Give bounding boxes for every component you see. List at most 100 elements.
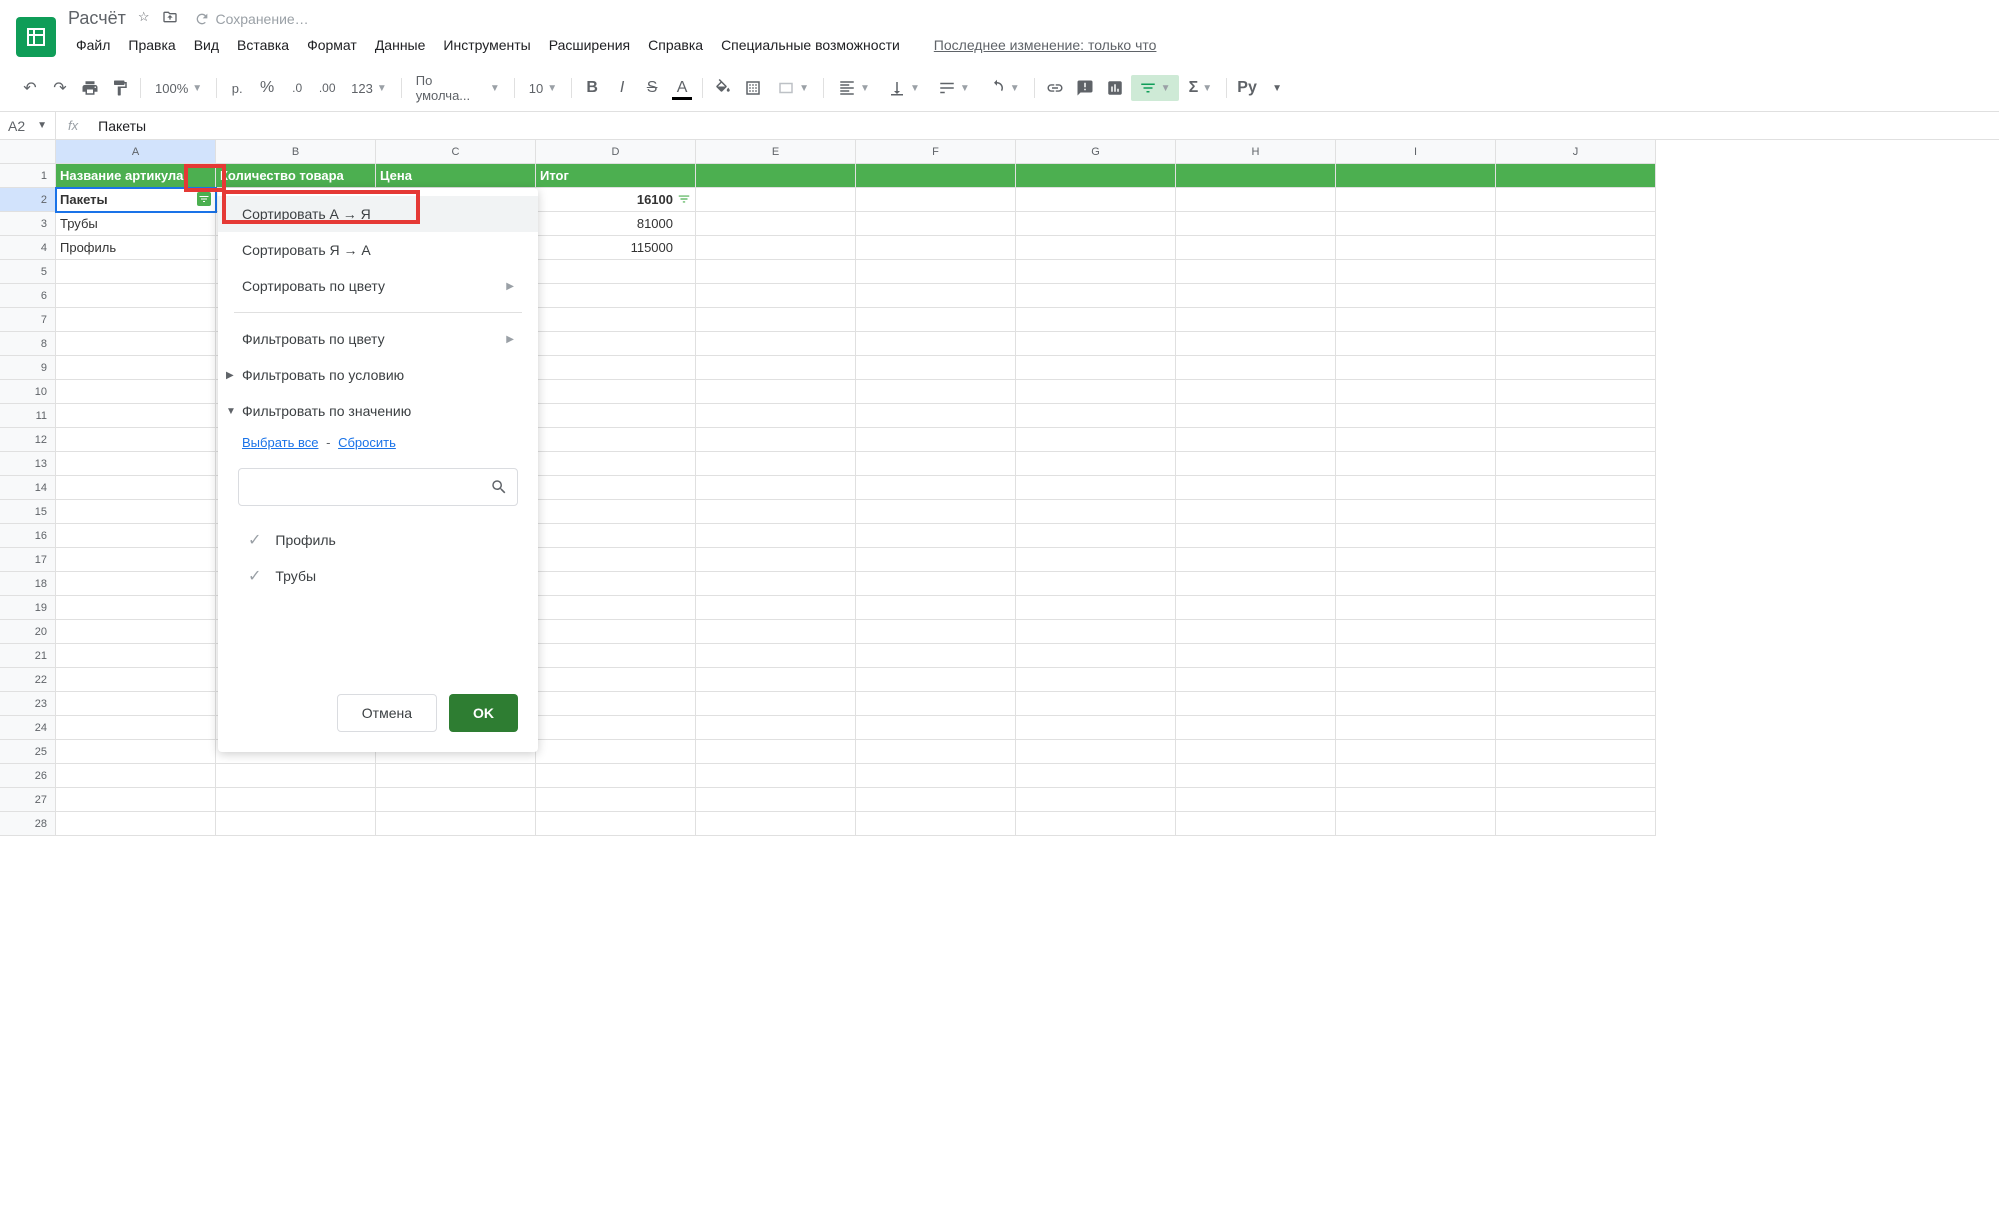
cell-E4[interactable]	[696, 236, 856, 260]
cell-I2[interactable]	[1336, 188, 1496, 212]
row-header-12[interactable]: 12	[0, 428, 56, 452]
cell-A1[interactable]: Название артикула	[56, 164, 216, 188]
cell-G12[interactable]	[1016, 428, 1176, 452]
row-header-26[interactable]: 26	[0, 764, 56, 788]
cell-A5[interactable]	[56, 260, 216, 284]
cell-A11[interactable]	[56, 404, 216, 428]
cell-E13[interactable]	[696, 452, 856, 476]
cell-J12[interactable]	[1496, 428, 1656, 452]
cell-G14[interactable]	[1016, 476, 1176, 500]
cell-H8[interactable]	[1176, 332, 1336, 356]
cell-A24[interactable]	[56, 716, 216, 740]
cell-B27[interactable]	[216, 788, 376, 812]
cell-H13[interactable]	[1176, 452, 1336, 476]
cell-J4[interactable]	[1496, 236, 1656, 260]
col-header-B[interactable]: B	[216, 140, 376, 164]
cell-I26[interactable]	[1336, 764, 1496, 788]
cell-D9[interactable]	[536, 356, 696, 380]
filter-value-item[interactable]: ✓Профиль	[218, 522, 538, 558]
cell-B1[interactable]: Количество товара	[216, 164, 376, 188]
cell-E21[interactable]	[696, 644, 856, 668]
cell-E24[interactable]	[696, 716, 856, 740]
col-header-F[interactable]: F	[856, 140, 1016, 164]
cell-E25[interactable]	[696, 740, 856, 764]
cell-J10[interactable]	[1496, 380, 1656, 404]
row-header-4[interactable]: 4	[0, 236, 56, 260]
percent-button[interactable]: %	[253, 74, 281, 102]
cell-I24[interactable]	[1336, 716, 1496, 740]
cell-H7[interactable]	[1176, 308, 1336, 332]
cell-A19[interactable]	[56, 596, 216, 620]
cell-G22[interactable]	[1016, 668, 1176, 692]
row-header-7[interactable]: 7	[0, 308, 56, 332]
zoom-select[interactable]: 100%▼	[147, 77, 210, 100]
menu-extensions[interactable]: Расширения	[541, 33, 638, 57]
rotate-button[interactable]: ▼	[980, 75, 1028, 101]
cell-F15[interactable]	[856, 500, 1016, 524]
col-header-C[interactable]: C	[376, 140, 536, 164]
cell-J2[interactable]	[1496, 188, 1656, 212]
cell-H6[interactable]	[1176, 284, 1336, 308]
cell-G23[interactable]	[1016, 692, 1176, 716]
menu-format[interactable]: Формат	[299, 33, 365, 57]
cell-J28[interactable]	[1496, 812, 1656, 836]
cell-J18[interactable]	[1496, 572, 1656, 596]
cell-E22[interactable]	[696, 668, 856, 692]
cell-A15[interactable]	[56, 500, 216, 524]
cell-E1[interactable]	[696, 164, 856, 188]
cell-A13[interactable]	[56, 452, 216, 476]
cell-E17[interactable]	[696, 548, 856, 572]
row-header-15[interactable]: 15	[0, 500, 56, 524]
menu-data[interactable]: Данные	[367, 33, 434, 57]
cell-D7[interactable]	[536, 308, 696, 332]
cell-A18[interactable]	[56, 572, 216, 596]
col-header-I[interactable]: I	[1336, 140, 1496, 164]
cell-I12[interactable]	[1336, 428, 1496, 452]
cell-B28[interactable]	[216, 812, 376, 836]
cell-A17[interactable]	[56, 548, 216, 572]
cell-H28[interactable]	[1176, 812, 1336, 836]
cell-I21[interactable]	[1336, 644, 1496, 668]
cell-D10[interactable]	[536, 380, 696, 404]
cell-F25[interactable]	[856, 740, 1016, 764]
col-header-G[interactable]: G	[1016, 140, 1176, 164]
cell-I25[interactable]	[1336, 740, 1496, 764]
filter-icon[interactable]	[677, 192, 691, 206]
sort-az-item[interactable]: Сортировать А → Я	[218, 196, 538, 232]
filter-by-condition-item[interactable]: ▶Фильтровать по условию	[218, 357, 538, 393]
cell-A20[interactable]	[56, 620, 216, 644]
cell-G11[interactable]	[1016, 404, 1176, 428]
menu-insert[interactable]: Вставка	[229, 33, 297, 57]
cell-G9[interactable]	[1016, 356, 1176, 380]
cell-F26[interactable]	[856, 764, 1016, 788]
cell-E3[interactable]	[696, 212, 856, 236]
row-header-19[interactable]: 19	[0, 596, 56, 620]
cell-D13[interactable]	[536, 452, 696, 476]
cell-H5[interactable]	[1176, 260, 1336, 284]
filter-value-item[interactable]: ✓Трубы	[218, 558, 538, 594]
caret-down-icon[interactable]: ▼	[1263, 74, 1291, 102]
row-header-14[interactable]: 14	[0, 476, 56, 500]
cell-I1[interactable]	[1336, 164, 1496, 188]
col-header-A[interactable]: A	[56, 140, 216, 164]
cell-J11[interactable]	[1496, 404, 1656, 428]
cell-D5[interactable]	[536, 260, 696, 284]
cell-G6[interactable]	[1016, 284, 1176, 308]
menu-a11y[interactable]: Специальные возможности	[713, 33, 908, 57]
cell-E23[interactable]	[696, 692, 856, 716]
cell-F27[interactable]	[856, 788, 1016, 812]
cell-F18[interactable]	[856, 572, 1016, 596]
cell-F5[interactable]	[856, 260, 1016, 284]
cell-H2[interactable]	[1176, 188, 1336, 212]
filter-icon[interactable]	[197, 192, 211, 206]
cell-J27[interactable]	[1496, 788, 1656, 812]
cell-G28[interactable]	[1016, 812, 1176, 836]
cell-D27[interactable]	[536, 788, 696, 812]
cell-E7[interactable]	[696, 308, 856, 332]
cell-A12[interactable]	[56, 428, 216, 452]
cell-H22[interactable]	[1176, 668, 1336, 692]
cell-F11[interactable]	[856, 404, 1016, 428]
wrap-button[interactable]: ▼	[930, 75, 978, 101]
cell-J15[interactable]	[1496, 500, 1656, 524]
row-header-17[interactable]: 17	[0, 548, 56, 572]
